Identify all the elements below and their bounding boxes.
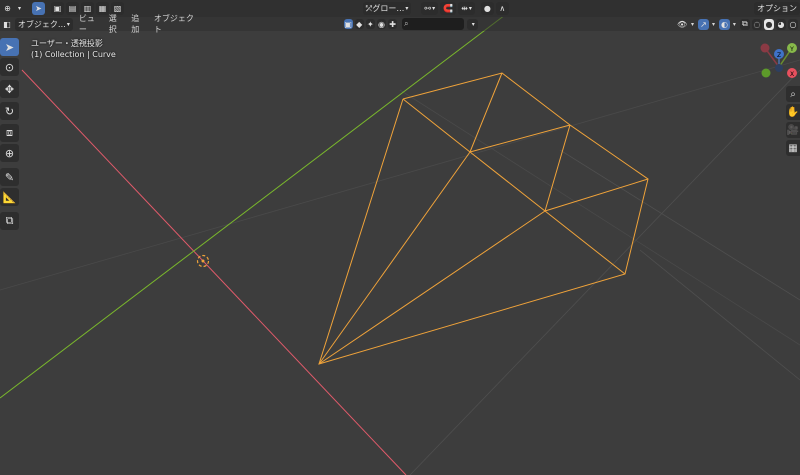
chevron-down-icon: ▾ — [405, 5, 409, 12]
chevron-down-icon[interactable]: ▾ — [733, 21, 736, 28]
search-field[interactable]: ⌕ — [402, 18, 465, 30]
viewport-canvas[interactable]: Z Y X — [0, 0, 800, 475]
gizmo-toggle-icon[interactable]: ↗ — [698, 18, 709, 30]
neg-x-axis-ball[interactable] — [760, 43, 770, 53]
move-icon[interactable]: ✥ — [0, 80, 19, 98]
snap-target-dropdown[interactable]: ⇹ ▾ — [458, 2, 475, 15]
x-axis-label: X — [790, 71, 794, 78]
proportional-editing-button[interactable]: ● — [480, 2, 494, 15]
cursor-select-icon[interactable]: ➤ — [0, 38, 19, 56]
measure-icon[interactable]: 📐 — [0, 188, 19, 206]
grid-line — [399, 89, 800, 346]
annotate-icon[interactable]: ✎ — [0, 168, 19, 186]
filter-dropdown[interactable]: ▾ — [467, 18, 479, 30]
neg-y-axis-ball[interactable] — [761, 68, 771, 78]
mode-dropdown[interactable]: オブジェク… ▾ — [14, 17, 73, 31]
wireframe-shading-icon[interactable]: ◌ — [751, 18, 762, 30]
grid-line — [559, 149, 800, 301]
filter-light-icon[interactable]: ✦ — [365, 19, 375, 29]
search-icon: ⌕ — [404, 19, 409, 28]
options-dropdown[interactable]: オプション — [754, 2, 800, 15]
pan-hand-icon[interactable]: ✋ — [786, 104, 800, 120]
xray-toggle-icon[interactable]: ⧉ — [739, 18, 750, 30]
orientation-label: グロー… — [372, 4, 405, 13]
material-shading-icon[interactable]: ◕ — [775, 18, 786, 30]
navigation-gizmo[interactable]: Z Y X — [760, 43, 798, 78]
grid-view-icon[interactable]: ▦ — [786, 140, 800, 156]
falloff-dropdown[interactable]: ∧ — [495, 2, 509, 15]
z-axis-label: Z — [777, 52, 781, 59]
neg-z-axis-ball[interactable] — [775, 64, 783, 72]
grid-line — [409, 69, 800, 475]
overlay-toggle-icon[interactable]: ◐ — [718, 18, 730, 30]
object-mode-icon: ◧ — [3, 19, 11, 29]
chevron-down-icon[interactable]: ▾ — [712, 21, 715, 28]
options-label: オプション — [757, 4, 797, 13]
camera-icon[interactable]: 🎥 — [786, 122, 800, 138]
filter-selectable-icon[interactable]: ▣ — [343, 19, 353, 29]
visibility-eye-icon[interactable]: 👁 — [676, 18, 688, 31]
solid-shading-icon[interactable]: ● — [763, 18, 774, 30]
add-cube-icon[interactable]: ⧉ — [0, 212, 19, 230]
editor-type-icon[interactable]: ⊕ — [1, 2, 14, 15]
pivot-point-dropdown[interactable]: ⚯ ▾ — [421, 2, 439, 15]
snap-toggle-button[interactable]: 🧲 — [440, 2, 457, 15]
viewport-header: ◧ オブジェク… ▾ ビュー 選択 追加 オブジェクト ▣ ◆ ✦ ◉ ✚ ⌕ … — [0, 14, 800, 34]
3d-viewport[interactable]: Z Y X — [0, 0, 800, 475]
zoom-icon[interactable]: ⌕ — [786, 86, 800, 102]
view-name: ユーザー・透視投影 — [31, 39, 103, 48]
menu-add[interactable]: 追加 — [127, 13, 150, 35]
transform-orientation-dropdown[interactable]: ⤱ グロー… ▾ — [363, 2, 412, 15]
menu-select[interactable]: 選択 — [105, 13, 128, 35]
menu-view[interactable]: ビュー — [75, 13, 105, 35]
chevron-down-icon[interactable]: ▾ — [691, 21, 694, 28]
curve-wireframe[interactable] — [318, 72, 649, 365]
viewport-info: ユーザー・透視投影 (1) Collection | Curve — [31, 38, 116, 60]
transform-icon[interactable]: ⊕ — [0, 144, 19, 162]
3d-cursor-tool-icon[interactable]: ⊙ — [0, 58, 19, 76]
y-axis-line — [0, 14, 506, 399]
collection-info: (1) Collection | Curve — [31, 50, 116, 59]
filter-mesh-icon[interactable]: ◆ — [354, 19, 364, 29]
y-axis-label: Y — [789, 46, 794, 53]
select-box-tool-button[interactable]: ➤ — [32, 2, 45, 15]
menu-object[interactable]: オブジェクト — [150, 13, 202, 35]
mode-label: オブジェク… — [17, 19, 66, 29]
rendered-shading-icon[interactable]: ○ — [787, 18, 798, 30]
chevron-down-icon[interactable]: ▾ — [16, 2, 22, 15]
chevron-down-icon: ▾ — [66, 20, 70, 28]
grid-line — [639, 249, 800, 381]
scale-icon[interactable]: ⧈ — [0, 124, 19, 142]
select-new-icon[interactable]: ▣ — [51, 2, 64, 15]
filter-camera-icon[interactable]: ◉ — [376, 19, 387, 29]
rotate-icon[interactable]: ↻ — [0, 102, 19, 120]
filter-empty-icon[interactable]: ✚ — [388, 19, 398, 29]
